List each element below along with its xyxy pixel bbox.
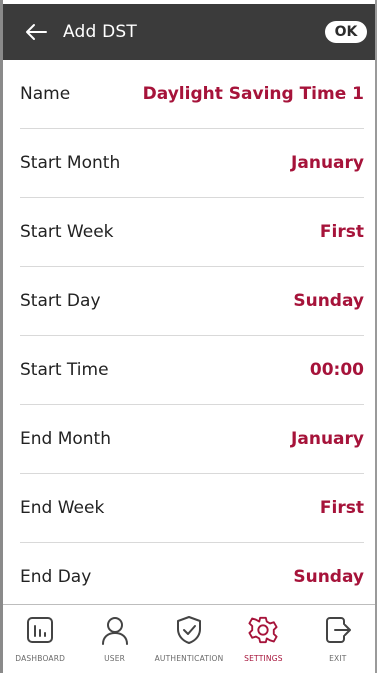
row-label: Start Week xyxy=(20,222,114,242)
row-label: Start Time xyxy=(20,360,109,380)
app-header: Add DST OK xyxy=(3,4,375,60)
row-value: 00:00 xyxy=(309,360,364,380)
tab-authentication[interactable]: AUTHENTICATION xyxy=(152,605,226,673)
authentication-icon xyxy=(174,615,204,645)
row-name[interactable]: Name Daylight Saving Time 1 xyxy=(20,60,364,129)
tab-label: EXIT xyxy=(329,654,347,663)
tab-dashboard[interactable]: DASHBOARD xyxy=(3,605,77,673)
tab-exit[interactable]: EXIT xyxy=(301,605,375,673)
row-start-day[interactable]: Start Day Sunday xyxy=(20,267,364,336)
row-value: First xyxy=(319,498,364,518)
exit-icon xyxy=(323,615,353,645)
ok-button[interactable]: OK xyxy=(325,21,367,43)
row-value: January xyxy=(291,429,364,449)
row-end-week[interactable]: End Week First xyxy=(20,474,364,543)
row-value: Sunday xyxy=(293,567,364,587)
tab-label: AUTHENTICATION xyxy=(154,654,224,663)
row-end-month[interactable]: End Month January xyxy=(20,405,364,474)
row-value: January xyxy=(291,153,364,173)
row-value: Daylight Saving Time 1 xyxy=(142,84,364,104)
tab-settings[interactable]: SETTINGS xyxy=(226,605,300,673)
app-frame: Add DST OK Name Daylight Saving Time 1 S… xyxy=(0,0,377,673)
row-start-week[interactable]: Start Week First xyxy=(20,198,364,267)
row-label: End Day xyxy=(20,567,92,587)
row-end-day[interactable]: End Day Sunday xyxy=(20,543,364,604)
row-label: End Month xyxy=(20,429,111,449)
tab-label: SETTINGS xyxy=(244,654,283,663)
row-label: End Week xyxy=(20,498,105,518)
row-start-month[interactable]: Start Month January xyxy=(20,129,364,198)
tab-label: DASHBOARD xyxy=(15,654,66,663)
back-button[interactable] xyxy=(21,17,51,47)
page-title: Add DST xyxy=(63,22,137,42)
arrow-left-icon xyxy=(26,24,47,40)
row-label: Start Day xyxy=(20,291,101,311)
tab-label: USER xyxy=(104,654,126,663)
row-value: First xyxy=(319,222,364,242)
user-icon xyxy=(100,615,130,645)
dashboard-icon xyxy=(25,615,55,645)
gear-icon xyxy=(248,615,278,645)
bottom-tab-bar: DASHBOARD USER AUTHENTICATION SETTINGS E… xyxy=(3,604,375,673)
row-value: Sunday xyxy=(293,291,364,311)
tab-user[interactable]: USER xyxy=(77,605,151,673)
row-label: Start Month xyxy=(20,153,121,173)
row-label: Name xyxy=(20,84,71,104)
dst-settings-list: Name Daylight Saving Time 1 Start Month … xyxy=(3,60,375,604)
row-start-time[interactable]: Start Time 00:00 xyxy=(20,336,364,405)
